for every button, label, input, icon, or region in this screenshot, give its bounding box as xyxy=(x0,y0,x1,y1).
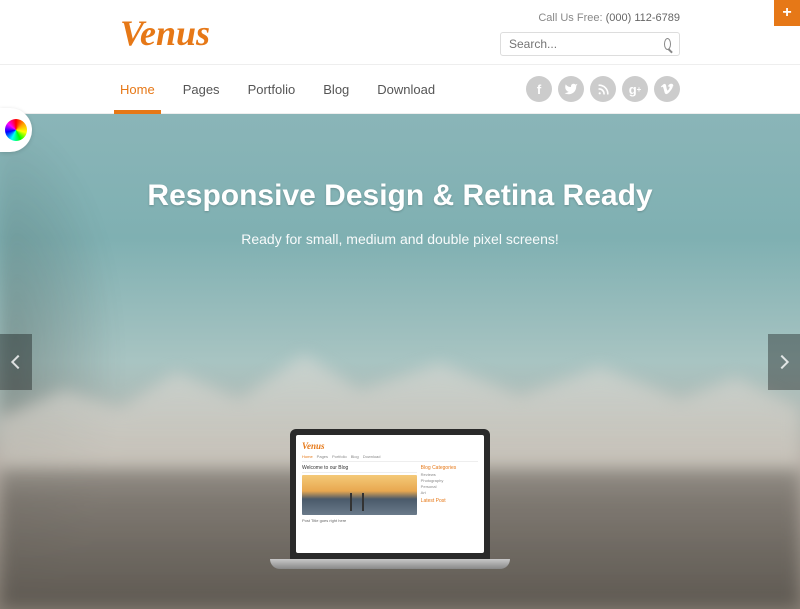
nav-blog[interactable]: Blog xyxy=(323,66,349,113)
facebook-icon[interactable]: f xyxy=(526,76,552,102)
preview-page-title: Welcome to our Blog xyxy=(302,465,417,473)
call-us-text: Call Us Free: (000) 112-6789 xyxy=(538,12,680,24)
top-right: Call Us Free: (000) 112-6789 xyxy=(500,12,680,56)
slider-prev-button[interactable] xyxy=(0,334,32,390)
vimeo-icon[interactable] xyxy=(654,76,680,102)
social-icons: f g+ xyxy=(526,76,680,102)
color-wheel-icon xyxy=(5,119,27,141)
chevron-left-icon xyxy=(11,354,25,368)
corner-badge[interactable]: + xyxy=(774,0,800,26)
hero-subtitle: Ready for small, medium and double pixel… xyxy=(0,231,800,247)
slider-next-button[interactable] xyxy=(768,334,800,390)
chevron-right-icon xyxy=(775,354,789,368)
nav-bar: Home Pages Portfolio Blog Download f g+ xyxy=(0,64,800,114)
nav-links: Home Pages Portfolio Blog Download xyxy=(120,66,435,113)
laptop-mockup: Venus Home Pages Portfolio Blog Download… xyxy=(290,429,510,569)
search-box[interactable] xyxy=(500,32,680,56)
site-logo[interactable]: Venus xyxy=(120,12,210,54)
top-bar: Venus Call Us Free: (000) 112-6789 xyxy=(0,0,800,64)
preview-sidebar-h1: Blog Categories xyxy=(421,465,478,471)
hero-slider: Responsive Design & Retina Ready Ready f… xyxy=(0,114,800,609)
hero-content: Responsive Design & Retina Ready Ready f… xyxy=(0,179,800,247)
preview-sidebar-h2: Latest Post xyxy=(421,498,478,504)
call-label: Call Us Free: xyxy=(538,12,605,24)
google-plus-icon[interactable]: g+ xyxy=(622,76,648,102)
search-icon[interactable] xyxy=(664,38,671,50)
laptop-base xyxy=(270,559,510,569)
preview-nav: Home Pages Portfolio Blog Download xyxy=(302,454,478,462)
preview-post-title: Post Title goes right here xyxy=(302,518,417,523)
laptop-screen: Venus Home Pages Portfolio Blog Download… xyxy=(290,429,490,559)
preview-image xyxy=(302,475,417,515)
twitter-icon[interactable] xyxy=(558,76,584,102)
nav-pages[interactable]: Pages xyxy=(183,66,220,113)
search-input[interactable] xyxy=(509,37,664,51)
hero-title: Responsive Design & Retina Ready xyxy=(0,179,800,213)
phone-number: (000) 112-6789 xyxy=(606,12,680,24)
nav-download[interactable]: Download xyxy=(377,66,435,113)
nav-home[interactable]: Home xyxy=(120,66,155,113)
nav-portfolio[interactable]: Portfolio xyxy=(248,66,296,113)
rss-icon[interactable] xyxy=(590,76,616,102)
preview-logo: Venus xyxy=(302,441,478,451)
laptop-display: Venus Home Pages Portfolio Blog Download… xyxy=(296,435,484,553)
